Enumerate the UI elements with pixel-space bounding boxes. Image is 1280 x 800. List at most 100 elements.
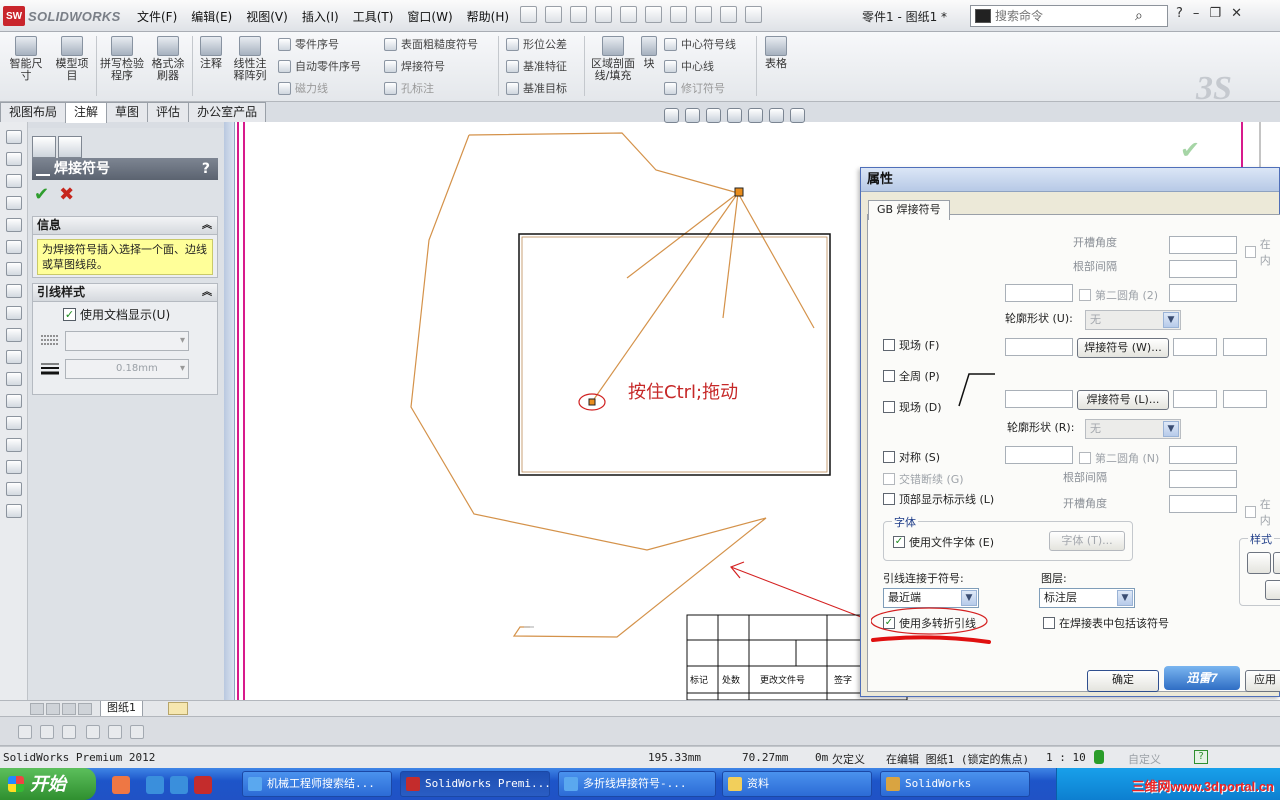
second-fillet-bottom-checkbox[interactable]: 第二圆角 (N): [1079, 450, 1159, 466]
next-sheet-icon[interactable]: [62, 703, 76, 715]
leader-style-header[interactable]: 引线样式 ︽: [33, 284, 217, 302]
info-group-header[interactable]: 信息 ︽: [33, 217, 217, 235]
leader-anchor-select[interactable]: 最近端 ▼: [883, 588, 979, 608]
zoom-to-area-icon[interactable]: [685, 108, 700, 123]
property-manager-tab-icon[interactable]: [58, 136, 82, 158]
menu-window[interactable]: 窗口(W): [407, 8, 452, 25]
symmetric-checkbox[interactable]: 对称 (S): [883, 449, 940, 465]
root-gap-bottom-input[interactable]: [1169, 470, 1237, 488]
drawing-view-border[interactable]: [518, 233, 831, 476]
strip-tool-icon[interactable]: [5, 394, 22, 408]
balloon-button[interactable]: 零件序号: [278, 36, 339, 52]
tables-button[interactable]: 表格: [762, 36, 790, 70]
strip-tool-icon[interactable]: [5, 240, 22, 254]
taskbar-item-folder[interactable]: 资料: [722, 771, 872, 797]
search-input[interactable]: [995, 9, 1135, 23]
pin-icon[interactable]: [520, 6, 537, 23]
all-around-checkbox[interactable]: 全周 (P): [883, 368, 940, 384]
tab-office-products[interactable]: 办公室产品: [188, 102, 267, 122]
cancel-x-icon[interactable]: ✖: [59, 184, 74, 205]
search-command-box[interactable]: ⌕: [970, 5, 1168, 27]
view-settings-icon[interactable]: [790, 108, 805, 123]
weld-size-bottom-input[interactable]: [1005, 446, 1073, 464]
strip-tool-icon[interactable]: [5, 504, 22, 518]
use-doc-display-checkbox[interactable]: ✓: [63, 308, 76, 321]
center-mark-button[interactable]: 中心符号线: [664, 36, 736, 52]
apply-button[interactable]: 应用: [1245, 670, 1280, 692]
centerline-button[interactable]: 中心线: [664, 58, 714, 74]
datum-feature-button[interactable]: 基准特征: [506, 58, 567, 74]
confirmation-corner-check-icon[interactable]: ✔: [1180, 136, 1200, 164]
quick-launch-solidworks-icon[interactable]: [194, 776, 212, 794]
second-fillet-bottom-input[interactable]: [1169, 446, 1237, 464]
length-top-input[interactable]: [1173, 338, 1217, 356]
minimize-button[interactable]: –: [1193, 6, 1200, 21]
groove-angle-top-input[interactable]: [1169, 236, 1237, 254]
tab-view-layout[interactable]: 视图布局: [0, 102, 67, 122]
staggered-checkbox[interactable]: 交错断续 (G): [883, 471, 964, 487]
rebuild-icon[interactable]: [695, 6, 712, 23]
geometric-tolerance-button[interactable]: 形位公差: [506, 36, 567, 52]
zoom-to-fit-icon[interactable]: [664, 108, 679, 123]
help-icon[interactable]: ?: [1194, 750, 1208, 764]
area-hatch-button[interactable]: 区域剖面线/填充: [590, 36, 636, 82]
inside-top-checkbox[interactable]: 在内: [1245, 236, 1279, 268]
strip-tool-icon[interactable]: [5, 372, 22, 386]
second-fillet-top-checkbox[interactable]: 第二圆角 (2): [1079, 287, 1158, 303]
strip-tool-icon[interactable]: [5, 328, 22, 342]
prev-sheet-icon[interactable]: [46, 703, 60, 715]
pitch-bottom-input[interactable]: [1223, 390, 1267, 408]
rebuild-view-icon[interactable]: [727, 108, 742, 123]
help-icon[interactable]: ?: [202, 158, 210, 180]
file-properties-icon[interactable]: [720, 6, 737, 23]
model-items-button[interactable]: 模型项目: [52, 36, 92, 82]
strip-tool-icon[interactable]: [5, 306, 22, 320]
undo-icon[interactable]: [645, 6, 662, 23]
status-custom[interactable]: 自定义: [1128, 751, 1161, 767]
start-button[interactable]: 开始: [0, 768, 96, 800]
status-scale[interactable]: 1 : 10: [1046, 751, 1086, 764]
tab-gb-weld-symbol[interactable]: GB 焊接符号: [868, 200, 950, 220]
sheet-tab-1[interactable]: 图纸1: [100, 701, 143, 717]
feature-tree-tab-icon[interactable]: [32, 136, 56, 158]
load-style-icon[interactable]: [1265, 580, 1280, 600]
help-button[interactable]: ?: [1176, 6, 1183, 21]
collapse-icon[interactable]: ︽: [202, 217, 212, 234]
taskbar-item-solidworks-2[interactable]: SolidWorks: [880, 771, 1030, 797]
open-icon[interactable]: [570, 6, 587, 23]
last-sheet-icon[interactable]: [78, 703, 92, 715]
hole-callout-button[interactable]: 孔标注: [384, 80, 434, 96]
smart-dimension-button[interactable]: 智能尺寸: [6, 36, 46, 82]
pitch-top-input[interactable]: [1223, 338, 1267, 356]
datum-target-button[interactable]: 基准目标: [506, 80, 567, 96]
strip-tool-icon[interactable]: [5, 262, 22, 276]
weld-symbol-bottom-button[interactable]: 焊接符号 (L)...: [1077, 390, 1169, 410]
rebuild-indicator-icon[interactable]: [1094, 750, 1104, 764]
field-weld-top-checkbox[interactable]: 现场 (F): [883, 337, 939, 353]
top-display-ref-checkbox[interactable]: 顶部显示标示线 (L): [883, 491, 994, 507]
prefix-top-input[interactable]: [1005, 338, 1073, 356]
strip-tool-icon[interactable]: [5, 152, 22, 166]
strip-tool-icon[interactable]: [5, 218, 22, 232]
weld-symbol-button[interactable]: 焊接符号: [384, 58, 445, 74]
inside-bottom-checkbox[interactable]: 在内: [1245, 496, 1279, 528]
toolbar-icon[interactable]: [130, 725, 144, 739]
strip-tool-icon[interactable]: [5, 438, 22, 452]
taskbar-item-browser[interactable]: 机械工程师搜索结...: [242, 771, 392, 797]
add-sheet-icon[interactable]: [168, 702, 188, 715]
add-style-icon[interactable]: [1247, 552, 1271, 574]
ok-button[interactable]: 确定: [1087, 670, 1159, 692]
options-icon[interactable]: [745, 6, 762, 23]
strip-tool-icon[interactable]: [5, 284, 22, 298]
spell-checker-button[interactable]: 拼写检验程序: [100, 36, 144, 82]
toolbar-icon[interactable]: [108, 725, 122, 739]
auto-balloon-button[interactable]: 自动零件序号: [278, 58, 361, 74]
tab-sketch[interactable]: 草图: [106, 102, 149, 122]
save-icon[interactable]: [595, 6, 612, 23]
font-button[interactable]: 字体 (T)...: [1049, 531, 1125, 551]
toolbar-icon[interactable]: [40, 725, 54, 739]
leader-anchor-handle[interactable]: [734, 187, 744, 197]
toolbar-icon[interactable]: [62, 725, 76, 739]
update-style-icon[interactable]: [1273, 552, 1280, 574]
toolbar-icon[interactable]: [18, 725, 32, 739]
